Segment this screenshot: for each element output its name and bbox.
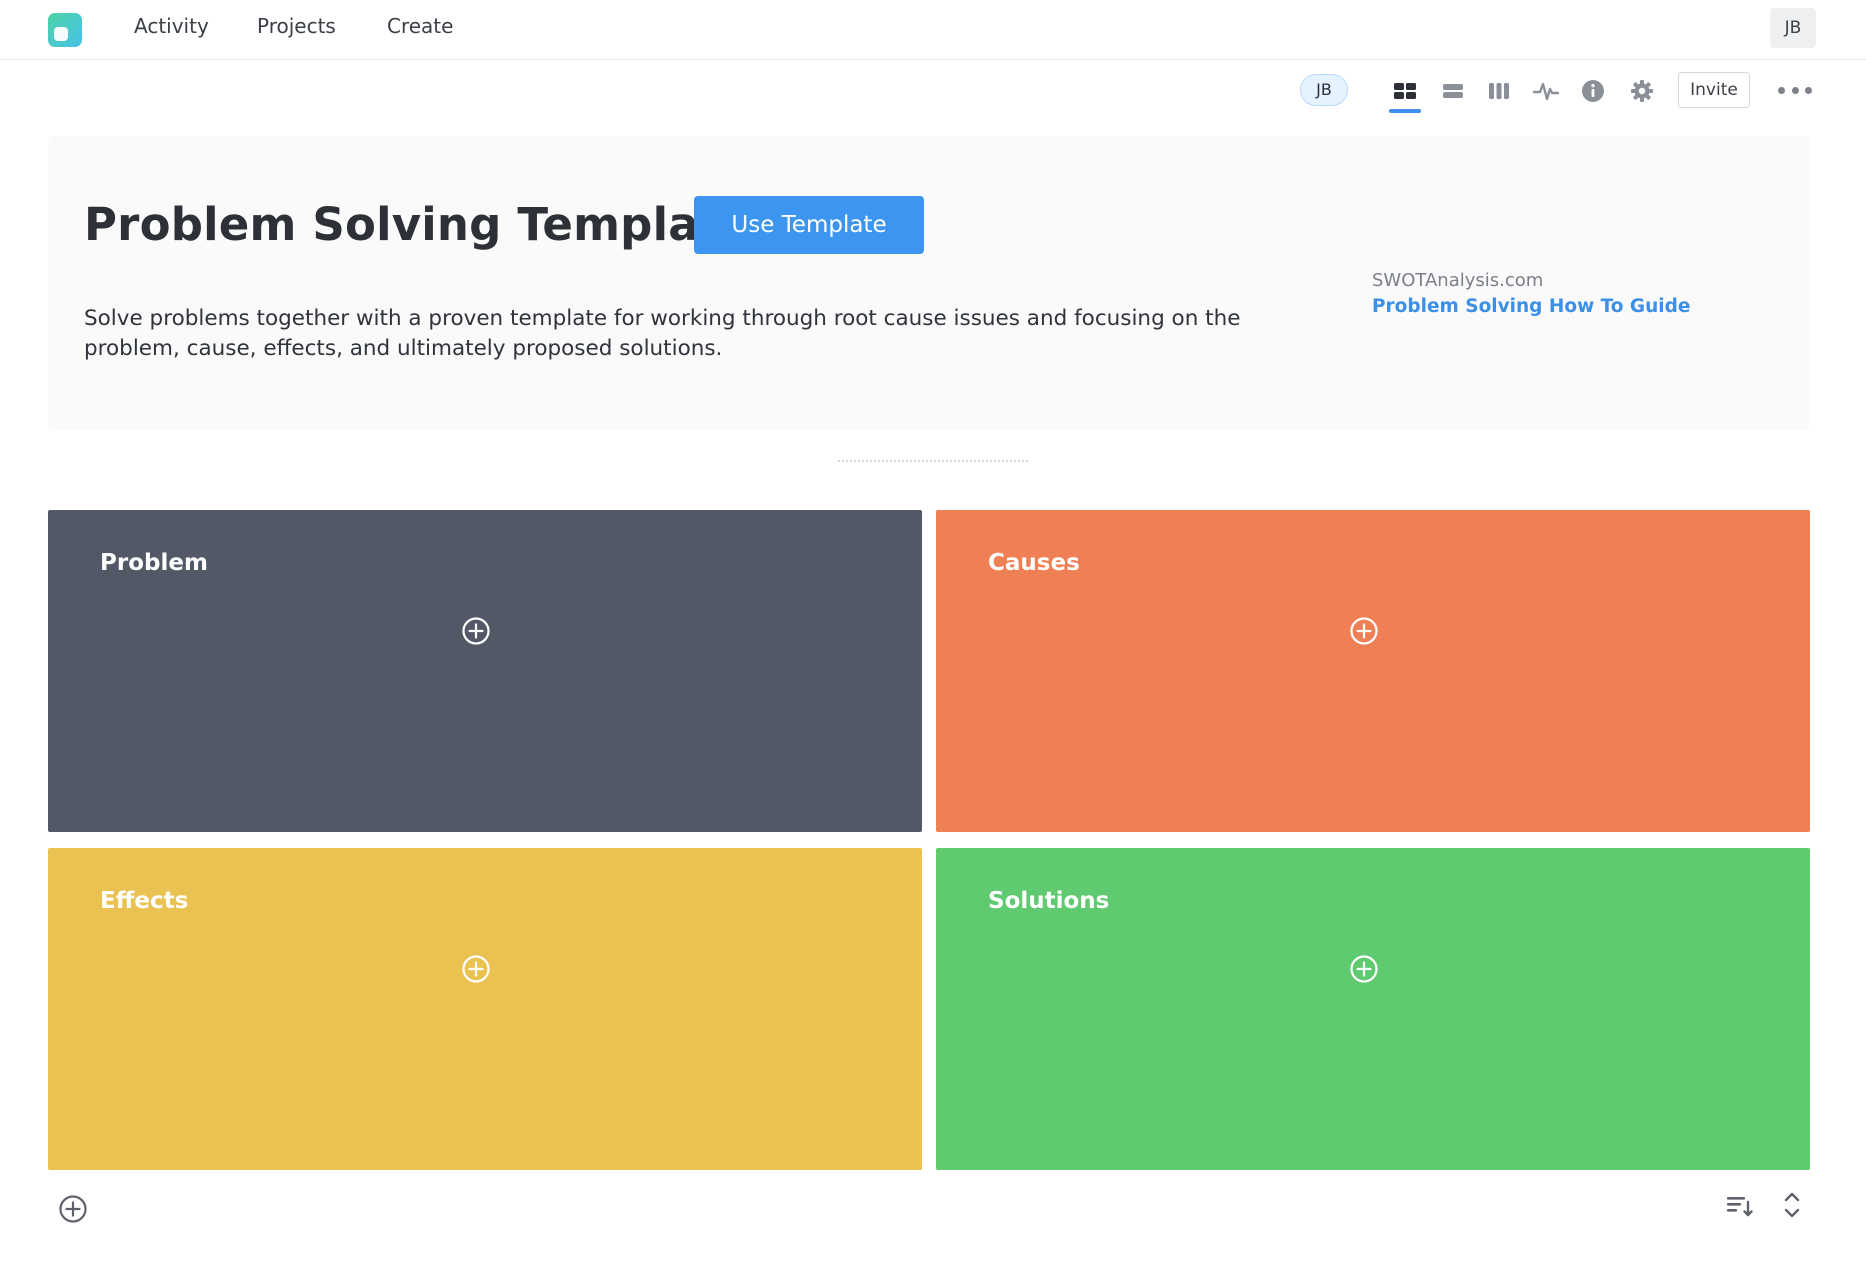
guide-link[interactable]: Problem Solving How To Guide bbox=[1372, 296, 1690, 317]
quadrant-label: Solutions bbox=[988, 888, 1110, 914]
add-card-icon[interactable] bbox=[461, 954, 491, 984]
member-avatar[interactable]: JB bbox=[1300, 74, 1348, 106]
gear-icon[interactable] bbox=[1627, 76, 1657, 106]
expand-collapse-icon[interactable] bbox=[1782, 1190, 1802, 1220]
quadrant-solutions: Solutions bbox=[936, 848, 1810, 1170]
active-view-indicator bbox=[1389, 109, 1421, 113]
template-header: Problem Solving Template Use Template So… bbox=[48, 136, 1810, 430]
add-card-icon[interactable] bbox=[1349, 616, 1379, 646]
quadrant-effects: Effects bbox=[48, 848, 922, 1170]
nav-create[interactable]: Create bbox=[387, 14, 453, 38]
section-divider bbox=[838, 460, 1028, 462]
invite-button[interactable]: Invite bbox=[1678, 72, 1750, 108]
add-card-icon[interactable] bbox=[1349, 954, 1379, 984]
quadrant-causes: Causes bbox=[936, 510, 1810, 832]
nav-activity[interactable]: Activity bbox=[134, 14, 209, 38]
template-description: Solve problems together with a proven te… bbox=[84, 306, 1241, 361]
info-icon[interactable] bbox=[1578, 76, 1608, 106]
top-nav: Activity Projects Create JB bbox=[0, 0, 1866, 60]
quadrant-problem: Problem bbox=[48, 510, 922, 832]
list-view-icon[interactable] bbox=[1438, 76, 1468, 106]
add-section-icon[interactable] bbox=[58, 1194, 88, 1224]
grid-view-icon[interactable] bbox=[1390, 76, 1420, 106]
quadrant-label: Causes bbox=[988, 550, 1080, 576]
activity-icon[interactable] bbox=[1531, 76, 1561, 106]
page-title: Problem Solving Template bbox=[84, 198, 752, 251]
app-logo[interactable] bbox=[48, 13, 82, 47]
sort-icon[interactable] bbox=[1726, 1194, 1754, 1218]
user-avatar[interactable]: JB bbox=[1770, 8, 1816, 48]
use-template-button[interactable]: Use Template bbox=[694, 196, 924, 254]
source-text: SWOTAnalysis.com bbox=[1372, 270, 1544, 291]
columns-view-icon[interactable] bbox=[1484, 76, 1514, 106]
add-card-icon[interactable] bbox=[461, 616, 491, 646]
quadrant-label: Effects bbox=[100, 888, 189, 914]
nav-projects[interactable]: Projects bbox=[257, 14, 336, 38]
board-toolbar: JB Invite bbox=[0, 60, 1866, 122]
more-horizontal-icon[interactable] bbox=[1778, 80, 1812, 100]
quadrant-label: Problem bbox=[100, 550, 208, 576]
